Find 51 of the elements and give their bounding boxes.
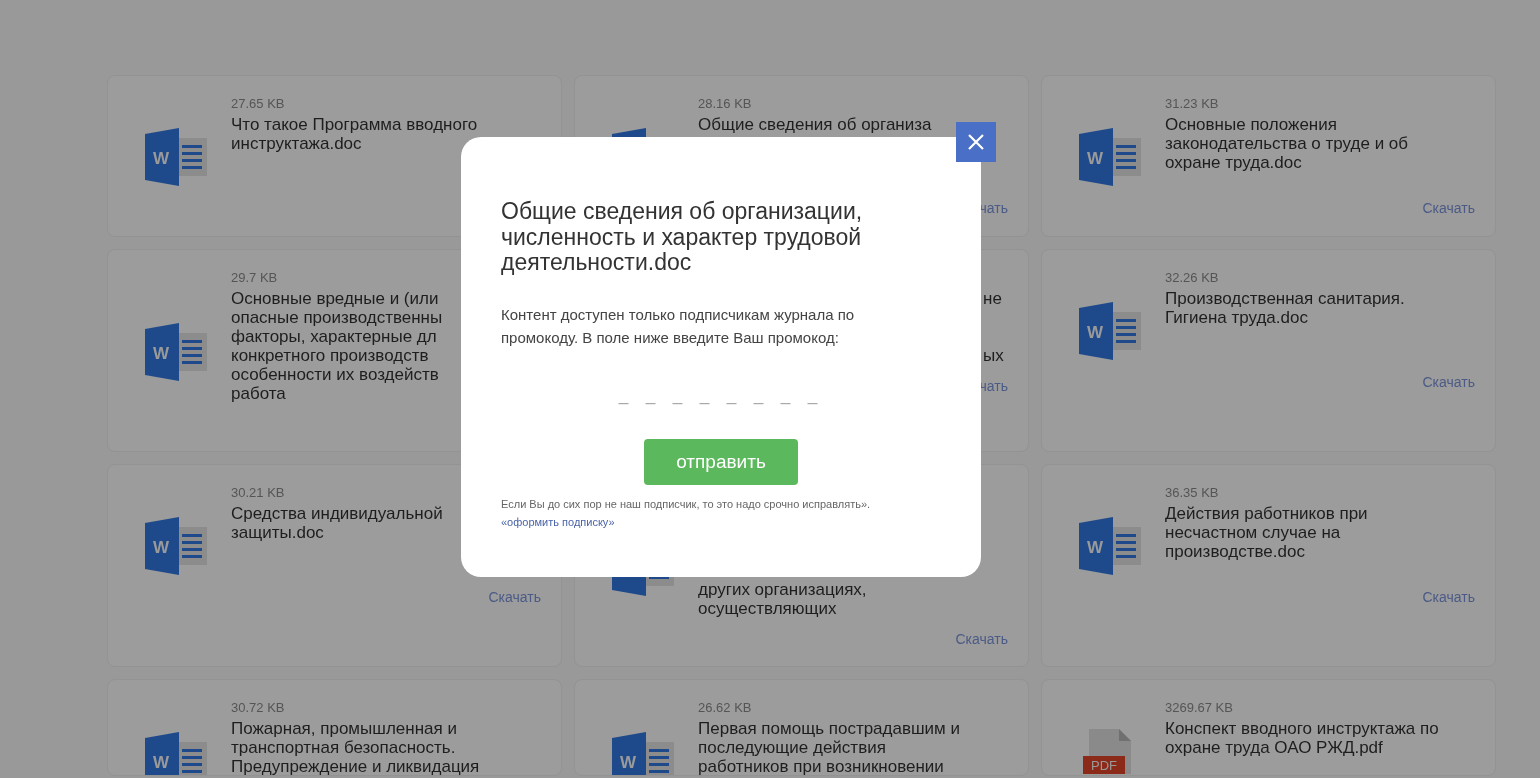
- dialog-title: Общие сведения об организации, численность и характер трудовой деятельности.doc: [501, 199, 864, 276]
- file-size: 36.35 KB: [1165, 485, 1220, 501]
- file-size: 26.62 KB: [698, 700, 753, 716]
- file-title: производстве.doc: [1165, 542, 1305, 561]
- file-title: защиты.doc: [231, 523, 324, 542]
- file-title: других организациях,: [698, 580, 867, 599]
- download-link[interactable]: Скачать: [1422, 199, 1475, 217]
- download-link[interactable]: Скачать: [1422, 588, 1475, 606]
- file-title: Гигиена труда.doc: [1165, 308, 1308, 327]
- file-title: Первая помощь пострадавшим и: [698, 719, 961, 738]
- file-title: не: [982, 289, 1002, 308]
- file-size: 31.23 KB: [1165, 96, 1220, 112]
- file-title: Что такое Программа вводного: [231, 115, 478, 134]
- file-title: охране труда ОАО РЖД.pdf: [1165, 738, 1383, 757]
- file-title: Средства индивидуальной: [231, 504, 443, 523]
- file-title: несчастном случае на: [1165, 523, 1341, 542]
- file-title: Конспект вводного инструктажа по: [1165, 719, 1439, 738]
- file-title: ых: [982, 346, 1004, 365]
- file-title: Основные вредные и (или: [231, 289, 439, 308]
- file-title: инструктажа.doc: [231, 134, 362, 153]
- file-size: 32.26 KB: [1165, 270, 1220, 286]
- subscription-note: Если Вы до сих пор не наш подписчик, то это надо срочно исправлять».: [501, 496, 872, 512]
- dialog-message: Контент доступен только подписчикам журнала по промокоду. В поле ниже введите Ваш промокод:: [501, 304, 856, 348]
- file-title: работников при возникновении: [698, 757, 944, 775]
- file-title: факторы, характерные дл: [231, 327, 437, 346]
- file-size: 29.7 KB: [231, 270, 279, 286]
- file-size: 27.65 KB: [231, 96, 286, 112]
- file-title: охране труда.doc: [1165, 153, 1302, 172]
- file-title: особенности их воздейств: [231, 365, 439, 384]
- file-title: осуществляющих: [698, 599, 837, 618]
- file-title: Действия работников при: [1165, 504, 1368, 523]
- file-title: Основные положения: [1165, 115, 1337, 134]
- file-title: Предупреждение и ликвидация: [231, 757, 480, 775]
- file-title: Общие сведения об организа: [698, 115, 932, 134]
- file-size: 28.16 KB: [698, 96, 753, 112]
- file-title: Пожарная, промышленная и: [231, 719, 457, 738]
- file-title: последующие действия: [698, 738, 886, 757]
- file-title: конкретного производств: [231, 346, 429, 365]
- file-title: опасные производственны: [231, 308, 443, 327]
- subscribe-link[interactable]: «оформить подписку»: [501, 512, 615, 531]
- file-title: законодательства о труде и об: [1165, 134, 1409, 153]
- file-title: работа: [231, 384, 286, 403]
- submit-button[interactable]: отправить: [644, 438, 798, 485]
- download-link[interactable]: Скачать: [488, 588, 541, 606]
- file-title: Производственная санитария.: [1165, 289, 1405, 308]
- file-size: 3269.67 KB: [1165, 700, 1234, 716]
- file-title: транспортная безопасность.: [231, 738, 456, 757]
- file-size: 30.72 KB: [231, 700, 286, 716]
- download-link[interactable]: Скачать: [955, 630, 1008, 648]
- file-size: 30.21 KB: [231, 485, 286, 501]
- download-link[interactable]: Скачать: [1422, 373, 1475, 391]
